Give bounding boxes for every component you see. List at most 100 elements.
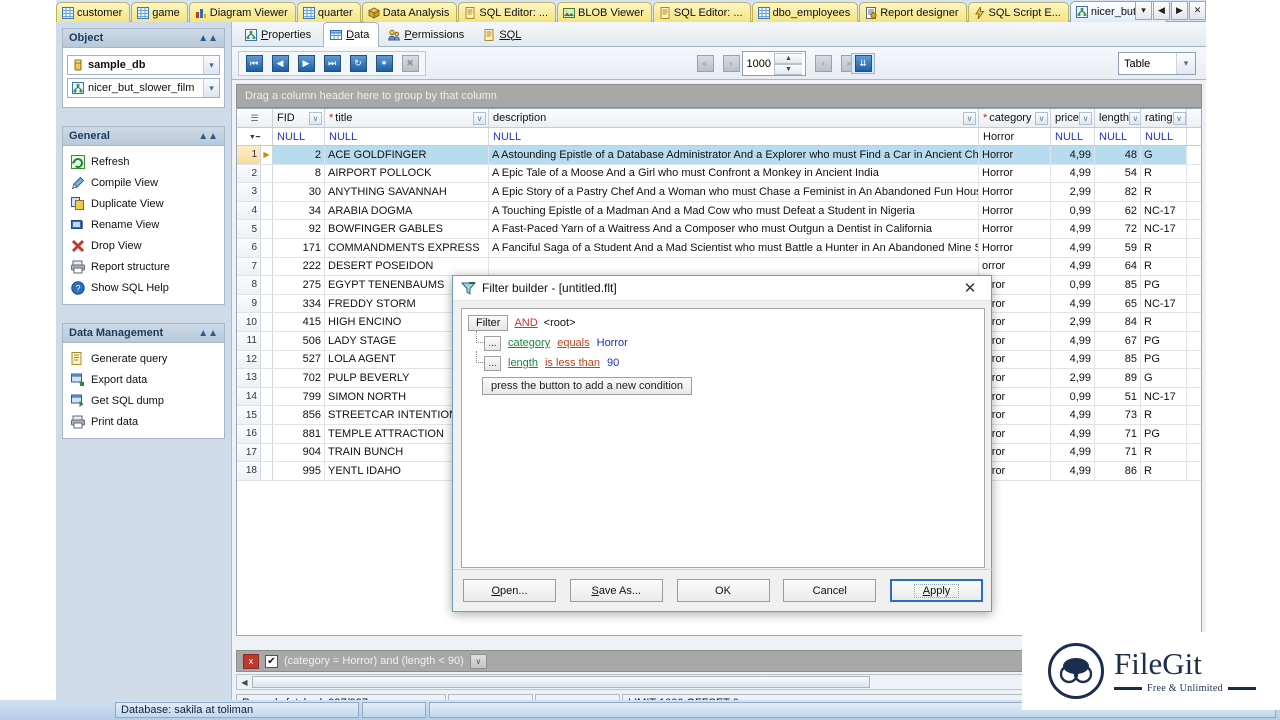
cell-price[interactable]: 0,99 bbox=[1051, 388, 1095, 406]
sidebar-item-print-data[interactable]: Print data bbox=[67, 411, 220, 432]
condition-menu-button[interactable]: ... bbox=[484, 336, 501, 351]
sidebar-item-compile-view[interactable]: Compile View bbox=[67, 172, 220, 193]
cell-price[interactable]: 2,99 bbox=[1051, 313, 1095, 331]
grid-header-description[interactable]: description∨ bbox=[489, 109, 979, 127]
cell-title[interactable]: DESERT POSEIDON bbox=[325, 258, 489, 276]
cell-category[interactable]: Horror bbox=[979, 146, 1051, 164]
cell-rating[interactable]: R bbox=[1141, 183, 1187, 201]
column-chooser-icon[interactable]: ☰ bbox=[250, 113, 258, 124]
cell-rating[interactable]: R bbox=[1141, 313, 1187, 331]
filter-logic-operator[interactable]: AND bbox=[514, 317, 537, 329]
cell-title[interactable]: AIRPORT POLLOCK bbox=[325, 165, 489, 183]
filter-cell-title[interactable]: NULL bbox=[325, 128, 489, 145]
condition-operator[interactable]: is less than bbox=[545, 357, 600, 369]
grid-header-title[interactable]: *title∨ bbox=[325, 109, 489, 127]
cell-price[interactable]: 4,99 bbox=[1051, 220, 1095, 238]
cell-length[interactable]: 84 bbox=[1095, 313, 1141, 331]
cell-category[interactable]: Horror bbox=[979, 202, 1051, 220]
chevron-up-icon[interactable]: ▲▲ bbox=[198, 131, 218, 142]
grid-header-length[interactable]: length∨ bbox=[1095, 109, 1141, 127]
cell-price[interactable]: 4,99 bbox=[1051, 258, 1095, 276]
cell-description[interactable]: A Touching Epistle of a Madman And a Mad… bbox=[489, 202, 979, 220]
chevron-up-icon[interactable]: ▲▲ bbox=[198, 328, 218, 339]
document-tab-customer[interactable]: customer bbox=[56, 2, 130, 22]
prev-page-button[interactable]: ‹ bbox=[719, 53, 743, 74]
remove-filter-button[interactable]: x bbox=[243, 654, 259, 669]
sidebar-item-refresh[interactable]: Refresh bbox=[67, 151, 220, 172]
cell-price[interactable]: 4,99 bbox=[1051, 425, 1095, 443]
cell-FID[interactable]: 415 bbox=[273, 313, 325, 331]
sidebar-item-report-structure[interactable]: Report structure bbox=[67, 256, 220, 277]
cell-rating[interactable]: PG bbox=[1141, 332, 1187, 350]
cell-title[interactable]: COMMANDMENTS EXPRESS bbox=[325, 239, 489, 257]
first-record-button[interactable]: ⏮ bbox=[242, 53, 266, 74]
column-filter-dropdown-icon[interactable]: ∨ bbox=[1129, 112, 1141, 125]
condition-value[interactable]: 90 bbox=[607, 357, 619, 369]
table-row[interactable]: 1▶2ACE GOLDFINGERA Astounding Epistle of… bbox=[237, 146, 1201, 165]
data-management-panel-header[interactable]: Data Management ▲▲ bbox=[62, 323, 225, 342]
cell-length[interactable]: 62 bbox=[1095, 202, 1141, 220]
document-tab-sql-editor[interactable]: SQL Editor: ... bbox=[653, 2, 751, 22]
cell-price[interactable]: 2,99 bbox=[1051, 369, 1095, 387]
stepper-down-icon[interactable]: ▼ bbox=[774, 64, 802, 75]
cell-price[interactable]: 4,99 bbox=[1051, 351, 1095, 369]
tab-data[interactable]: Data bbox=[323, 22, 379, 47]
cell-price[interactable]: 0,99 bbox=[1051, 276, 1095, 294]
fetch-all-button[interactable]: ⇊ bbox=[851, 53, 875, 74]
cell-length[interactable]: 64 bbox=[1095, 258, 1141, 276]
cell-rating[interactable]: R bbox=[1141, 165, 1187, 183]
new-record-button[interactable]: ✶ bbox=[372, 53, 396, 74]
column-filter-dropdown-icon[interactable]: ∨ bbox=[1035, 112, 1048, 125]
stepper-up-icon[interactable]: ▲ bbox=[774, 53, 802, 64]
sidebar-item-show-sql-help[interactable]: ?Show SQL Help bbox=[67, 277, 220, 298]
cell-FID[interactable]: 275 bbox=[273, 276, 325, 294]
cell-price[interactable]: 0,99 bbox=[1051, 202, 1095, 220]
sidebar-item-duplicate-view[interactable]: Duplicate View bbox=[67, 193, 220, 214]
cell-length[interactable]: 71 bbox=[1095, 444, 1141, 462]
page-size-stepper[interactable]: ▲ ▼ bbox=[774, 53, 805, 75]
sidebar-item-export-data[interactable]: Export data bbox=[67, 369, 220, 390]
page-size-input[interactable]: 1000 ▲ ▼ bbox=[742, 51, 806, 76]
table-row[interactable]: 434ARABIA DOGMAA Touching Epistle of a M… bbox=[237, 202, 1201, 221]
column-filter-dropdown-icon[interactable]: ∨ bbox=[1079, 112, 1092, 125]
cell-price[interactable]: 2,99 bbox=[1051, 183, 1095, 201]
save-as-button[interactable]: Save As... bbox=[570, 579, 663, 602]
add-condition-hint[interactable]: press the button to add a new condition bbox=[482, 377, 692, 395]
filter-cell-description[interactable]: NULL bbox=[489, 128, 979, 145]
cell-title[interactable]: ANYTHING SAVANNAH bbox=[325, 183, 489, 201]
cell-FID[interactable]: 799 bbox=[273, 388, 325, 406]
cell-price[interactable]: 4,99 bbox=[1051, 146, 1095, 164]
cell-rating[interactable]: R bbox=[1141, 406, 1187, 424]
cell-FID[interactable]: 171 bbox=[273, 239, 325, 257]
tab-permissions[interactable]: Permissions bbox=[381, 22, 474, 46]
database-selector[interactable]: sample_db ▾ bbox=[67, 55, 220, 75]
view-mode-selector[interactable]: Table ▾ bbox=[1118, 52, 1196, 75]
next-record-button[interactable]: ▶ bbox=[294, 53, 318, 74]
cell-length[interactable]: 65 bbox=[1095, 295, 1141, 313]
cell-length[interactable]: 67 bbox=[1095, 332, 1141, 350]
view-selector[interactable]: nicer_but_slower_film ▾ bbox=[67, 78, 220, 98]
table-row[interactable]: 6171COMMANDMENTS EXPRESSA Fanciful Saga … bbox=[237, 239, 1201, 258]
sidebar-item-drop-view[interactable]: Drop View bbox=[67, 235, 220, 256]
cell-category[interactable]: orror bbox=[979, 258, 1051, 276]
cell-length[interactable]: 71 bbox=[1095, 425, 1141, 443]
filter-cell-length[interactable]: NULL bbox=[1095, 128, 1141, 145]
cell-price[interactable]: 4,99 bbox=[1051, 239, 1095, 257]
cell-length[interactable]: 48 bbox=[1095, 146, 1141, 164]
cell-category[interactable]: Horror bbox=[979, 183, 1051, 201]
cell-description[interactable]: A Fanciful Saga of a Student And a Mad S… bbox=[489, 239, 979, 257]
filter-cell-FID[interactable]: NULL bbox=[273, 128, 325, 145]
tab-prev-button[interactable]: ◀ bbox=[1153, 1, 1170, 20]
filter-root-button[interactable]: Filter bbox=[468, 315, 508, 331]
close-icon[interactable]: ✕ bbox=[953, 276, 987, 300]
cell-rating[interactable]: R bbox=[1141, 444, 1187, 462]
column-filter-dropdown-icon[interactable]: ∨ bbox=[309, 112, 322, 125]
cell-length[interactable]: 82 bbox=[1095, 183, 1141, 201]
filter-builder-dialog[interactable]: Filter builder - [untitled.flt] ✕ Filter… bbox=[452, 275, 992, 612]
cell-FID[interactable]: 2 bbox=[273, 146, 325, 164]
refresh-button[interactable]: ↻ bbox=[346, 53, 370, 74]
cell-FID[interactable]: 8 bbox=[273, 165, 325, 183]
filter-cell-price[interactable]: NULL bbox=[1051, 128, 1095, 145]
condition-field[interactable]: length bbox=[508, 357, 538, 369]
cell-description[interactable]: A Epic Tale of a Moose And a Girl who mu… bbox=[489, 165, 979, 183]
